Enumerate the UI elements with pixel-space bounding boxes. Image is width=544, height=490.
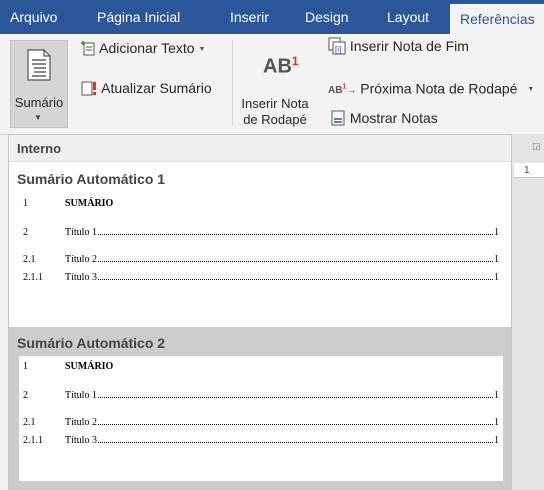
toc-number: 2.1 — [23, 417, 36, 428]
toc-number: 2.1 — [23, 254, 36, 265]
atualizar-sumario-label: Atualizar Sumário — [101, 80, 212, 96]
table-of-contents-icon — [24, 49, 54, 84]
tab-design[interactable]: Design — [305, 0, 349, 34]
toc-line: 2 Título 1 1 — [23, 226, 499, 240]
document-area — [512, 134, 544, 490]
toc-number: 2 — [23, 227, 28, 238]
toc-leader-dots — [97, 278, 493, 280]
toc-page-number: 1 — [494, 272, 499, 283]
toc-leader-dots — [97, 260, 493, 262]
toc-leader-dots — [97, 396, 493, 398]
sumario-button[interactable]: Sumário ▼ — [10, 40, 68, 128]
toc-number: 2.1.1 — [23, 435, 43, 446]
toc-line: 1 SUMÁRIO — [23, 197, 499, 211]
toc-text: SUMÁRIO — [65, 198, 114, 209]
ruler-number: 1 — [524, 165, 530, 176]
update-table-icon — [80, 80, 101, 96]
toc-line: 2.1 Título 2 1 — [23, 253, 499, 267]
toc-line: 2.1 Título 2 1 — [23, 416, 499, 430]
ribbon-tab-bar: Arquivo Página Inicial Inserir Design La… — [0, 0, 544, 34]
tab-inserir[interactable]: Inserir — [230, 0, 269, 34]
chevron-down-icon: ▼ — [34, 113, 42, 122]
show-notes-icon — [330, 110, 350, 126]
adicionar-texto-label: Adicionar Texto — [99, 40, 195, 56]
toc-number: 2 — [23, 390, 28, 401]
toc-text: Título 2 — [65, 254, 97, 265]
endnote-icon: [i] — [328, 37, 350, 55]
mostrar-notas-label: Mostrar Notas — [349, 110, 438, 126]
toc-number: 1 — [23, 198, 28, 209]
footnote-icon-text: AB — [263, 55, 292, 78]
toc-text: Título 3 — [65, 272, 97, 283]
footnote-icon-superscript: 1 — [291, 54, 299, 68]
toc-leader-dots — [97, 441, 493, 443]
inserir-nota-label-line1: Inserir Nota — [241, 96, 309, 111]
toc-leader-dots — [97, 233, 493, 235]
tab-pagina-inicial[interactable]: Página Inicial — [97, 0, 180, 34]
group-separator — [232, 40, 233, 126]
gallery-item-sumario-automatico-1[interactable]: Sumário Automático 1 1 SUMÁRIO 2 Título … — [9, 163, 511, 327]
proxima-nota-label: Próxima Nota de Rodapé — [360, 80, 518, 97]
sumario-label: Sumário — [14, 95, 64, 110]
inserir-nota-rodape-button[interactable]: AB1 Inserir Nota de Rodapé — [237, 40, 313, 128]
toc-text: Título 1 — [65, 390, 97, 401]
atualizar-sumario-button[interactable]: Atualizar Sumário — [80, 78, 212, 98]
next-footnote-icon: AB1→ — [328, 84, 357, 97]
mostrar-notas-button[interactable]: Mostrar Notas — [330, 108, 438, 128]
toc-preview: 1 SUMÁRIO 2 Título 1 1 2.1 Título 2 1 2.… — [19, 193, 503, 321]
chevron-down-icon: ▼ — [198, 46, 206, 53]
toc-text: Título 2 — [65, 417, 97, 428]
dialog-launcher-icon[interactable]: ◲ — [532, 141, 544, 152]
svg-text:[i]: [i] — [335, 45, 341, 54]
toc-preview: 1 SUMÁRIO 2 Título 1 1 2.1 Título 2 1 2.… — [19, 356, 503, 481]
toc-number: 1 — [23, 361, 28, 372]
tab-arquivo[interactable]: Arquivo — [10, 0, 57, 34]
gallery-item-sumario-automatico-2[interactable]: Sumário Automático 2 1 SUMÁRIO 2 Título … — [9, 327, 511, 489]
ribbon-panel: Sumário ▼ Adicionar Texto ▼ Atualizar Su… — [0, 34, 544, 135]
proxima-nota-button[interactable]: AB1→ Próxima Nota de Rodapé ▼ — [328, 78, 534, 98]
inserir-nota-fim-label: Inserir Nota de Fim — [349, 38, 469, 54]
inserir-nota-label-line2: de Rodapé — [243, 112, 307, 127]
inserir-nota-fim-button[interactable]: [i] Inserir Nota de Fim — [328, 36, 469, 56]
footnote-icon: AB1 — [263, 54, 299, 79]
toc-page-number: 1 — [494, 227, 499, 238]
toc-text: Título 1 — [65, 227, 97, 238]
toc-leader-dots — [97, 423, 493, 425]
adicionar-texto-button[interactable]: Adicionar Texto ▼ — [80, 38, 205, 58]
toc-line: 2 Título 1 1 — [23, 389, 499, 403]
add-text-icon — [80, 40, 99, 56]
toc-line: 1 SUMÁRIO — [23, 360, 499, 374]
toc-page-number: 1 — [494, 390, 499, 401]
gallery-section-header: Interno — [9, 135, 511, 162]
toc-line: 2.1.1 Título 3 1 — [23, 434, 499, 448]
ruler: 1 — [514, 163, 544, 178]
toc-text: SUMÁRIO — [65, 361, 114, 372]
chevron-down-icon: ▼ — [527, 86, 535, 94]
toc-page-number: 1 — [494, 435, 499, 446]
tab-referencias[interactable]: Referências — [450, 4, 544, 34]
toc-number: 2.1.1 — [23, 272, 43, 283]
toc-page-number: 1 — [494, 254, 499, 265]
gallery-item-title: Sumário Automático 1 — [17, 171, 166, 187]
toc-text: Título 3 — [65, 435, 97, 446]
toc-page-number: 1 — [494, 417, 499, 428]
sumario-gallery: Interno Sumário Automático 1 1 SUMÁRIO 2… — [8, 134, 512, 490]
gallery-item-title: Sumário Automático 2 — [17, 335, 166, 351]
tab-layout[interactable]: Layout — [387, 0, 429, 34]
toc-line: 2.1.1 Título 3 1 — [23, 271, 499, 285]
